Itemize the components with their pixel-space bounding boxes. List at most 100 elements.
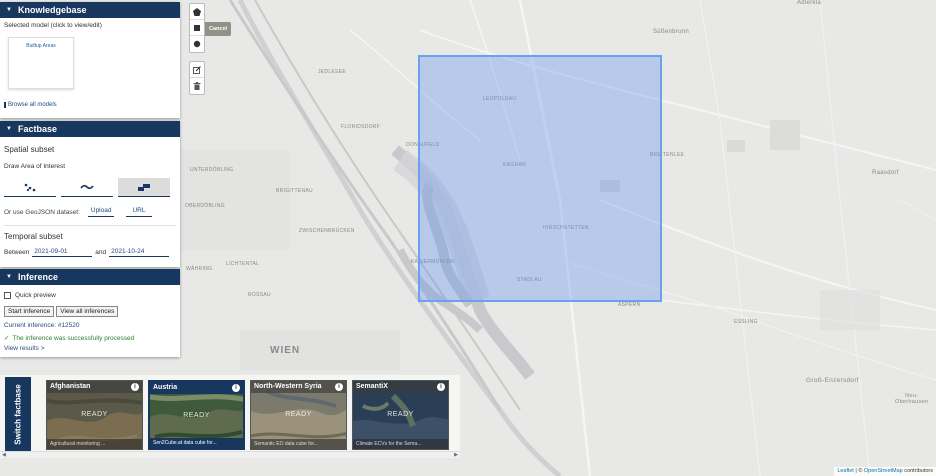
leaflet-link[interactable]: Leaflet: [837, 468, 854, 474]
attribution-separator: | ©: [853, 468, 864, 474]
draw-rectangle-tool[interactable]: [190, 20, 204, 36]
check-icon: ✓: [4, 335, 10, 342]
factbase-card-semantix[interactable]: SemantiX i READY Climate ECVs for the Se…: [352, 380, 449, 450]
selected-model-card[interactable]: Builtup Areas: [8, 37, 74, 89]
scroll-right-icon[interactable]: ▶: [454, 452, 458, 458]
factbase-card-description: Semantic EO data cube for...: [251, 439, 346, 449]
place-floridsdorf: FLORIDSDORF: [341, 124, 381, 130]
place-raasdorf: Raasdorf: [872, 170, 899, 176]
factbase-card-title: Afghanistan: [47, 381, 142, 393]
date-to-input[interactable]: 2021-10-24: [109, 248, 170, 257]
aoi-shape-selector: [4, 178, 170, 197]
knowledgebase-header[interactable]: ▼ Knowledgebase: [0, 2, 180, 18]
line-icon: [80, 184, 94, 190]
factbase-ready-status: READY: [81, 411, 108, 418]
place-adlerkla: Adlerkla: [797, 0, 822, 6]
line-shape-button[interactable]: [61, 178, 113, 197]
openstreetmap-link[interactable]: OpenStreetMap: [864, 468, 903, 474]
factbase-card-description: Sen2Cube.at data cube for...: [150, 438, 243, 448]
points-shape-button[interactable]: [4, 178, 56, 197]
and-label: and: [95, 249, 107, 256]
factbase-header[interactable]: ▼ Factbase: [0, 121, 180, 137]
map-attribution: Leaflet | © OpenStreetMap contributors: [834, 467, 936, 476]
quick-preview-label: Quick preview: [15, 292, 56, 299]
switch-factbase-label: Switch factbase: [5, 377, 31, 452]
factbase-title: Factbase: [17, 124, 57, 134]
geojson-row: Or use GeoJSON dataset: Upload URL: [4, 207, 152, 217]
factbase-ready-status: READY: [285, 411, 312, 418]
place-zwischenbrucken: ZWISCHENBRÜCKEN: [299, 228, 355, 234]
cancel-drawing-button[interactable]: Cancel: [205, 22, 232, 36]
polygon-shape-button[interactable]: [118, 178, 170, 197]
collapse-chevron-icon: ▼: [6, 274, 12, 280]
knowledgebase-panel: ▼ Knowledgebase Selected model (click to…: [0, 2, 180, 118]
points-icon: [24, 183, 36, 192]
trash-icon: [193, 82, 201, 90]
place-sussenbrunn: Süßenbrunn: [653, 29, 690, 35]
factbase-card-afghanistan[interactable]: Afghanistan i READY Agricultural monitor…: [46, 380, 143, 450]
info-icon[interactable]: i: [232, 384, 240, 392]
date-from-input[interactable]: 2021-09-01: [32, 248, 93, 257]
circle-icon: [193, 40, 201, 48]
square-icon: [194, 24, 200, 31]
draw-circle-tool[interactable]: [190, 36, 204, 52]
quick-preview-row: Quick preview: [4, 292, 56, 299]
info-icon[interactable]: i: [335, 383, 343, 391]
divider: [4, 225, 176, 226]
draw-aoi-label: Draw Area of Interest: [4, 163, 66, 170]
date-range-row: Between 2021-09-01 and 2021-10-24: [4, 248, 172, 257]
factbase-card-title: SemantiX: [353, 381, 448, 393]
place-rossau: ROSSAU: [248, 292, 271, 298]
factbase-ready-status: READY: [387, 411, 414, 418]
geojson-label: Or use GeoJSON dataset:: [4, 208, 80, 216]
current-inference-link[interactable]: Current inference: #12520: [4, 322, 80, 329]
factbase-card-nw-syria[interactable]: North-Western Syria i READY Semantic EO …: [250, 380, 347, 450]
switch-factbase-bar: Switch factbase Afghanistan i READY Agri…: [0, 375, 460, 457]
factbase-panel: ▼ Factbase Spatial subset Draw Area of I…: [0, 121, 180, 267]
inference-status: ✓ The inference was successfully process…: [4, 334, 135, 343]
edit-toolbar: [189, 61, 205, 95]
model-name: Builtup Areas: [26, 43, 56, 49]
place-lichtental: LICHTENTAL: [226, 261, 260, 267]
factbase-card-austria[interactable]: Austria i READY Sen2Cube.at data cube fo…: [148, 380, 245, 450]
temporal-subset-title: Temporal subset: [4, 232, 63, 241]
place-jedlesee: JEDLESEE: [318, 69, 346, 75]
inference-status-text: The inference was successfully processed: [12, 334, 135, 342]
inference-header[interactable]: ▼ Inference: [0, 269, 180, 285]
inference-title: Inference: [17, 272, 58, 282]
area-of-interest-rectangle[interactable]: [418, 55, 662, 302]
place-neu-oberhausen: Neu- Oberhausen: [895, 393, 929, 405]
collapse-chevron-icon: ▼: [6, 7, 12, 13]
draw-polygon-tool[interactable]: [190, 4, 204, 20]
place-aspern: ASPERN: [618, 302, 641, 308]
place-brigittenau: BRIGITTENAU: [276, 188, 313, 194]
place-wahring: WÄHRING: [186, 266, 213, 272]
factbase-card-description: Agricultural monitoring ...: [47, 439, 142, 449]
edit-layers-tool[interactable]: [190, 62, 204, 78]
view-results-link[interactable]: View results >: [4, 345, 45, 352]
collapse-chevron-icon: ▼: [6, 126, 12, 132]
polygon-shape-icon: [138, 184, 150, 191]
info-icon[interactable]: i: [131, 383, 139, 391]
factbase-horizontal-scrollbar[interactable]: ◀ ▶: [0, 451, 460, 458]
start-inference-button[interactable]: Start inference: [4, 306, 55, 317]
scroll-left-icon[interactable]: ◀: [2, 452, 6, 458]
factbase-card-title: North-Western Syria: [251, 381, 346, 393]
info-icon[interactable]: i: [437, 383, 445, 391]
edit-icon: [193, 65, 201, 74]
browse-all-models-link[interactable]: Browse all models: [4, 102, 57, 108]
place-unterdobling: UNTERDÖBLING: [190, 167, 234, 173]
factbase-ready-status: READY: [183, 412, 210, 419]
factbase-card-description: Climate ECVs for the Sema...: [353, 439, 448, 449]
upload-geojson-button[interactable]: Upload: [87, 207, 115, 217]
inference-panel: ▼ Inference Quick preview Start inferenc…: [0, 269, 180, 357]
inference-buttons-row: Start inference View all inferences: [4, 306, 120, 317]
knowledgebase-title: Knowledgebase: [17, 5, 87, 15]
delete-layers-tool[interactable]: [190, 78, 204, 94]
quick-preview-checkbox[interactable]: [4, 292, 11, 299]
place-wien: WIEN: [270, 345, 301, 356]
place-oberdobling: OBERDÖBLING: [185, 203, 225, 209]
spatial-subset-title: Spatial subset: [4, 145, 55, 154]
view-all-inferences-button[interactable]: View all inferences: [56, 306, 119, 317]
url-geojson-button[interactable]: URL: [126, 207, 152, 217]
